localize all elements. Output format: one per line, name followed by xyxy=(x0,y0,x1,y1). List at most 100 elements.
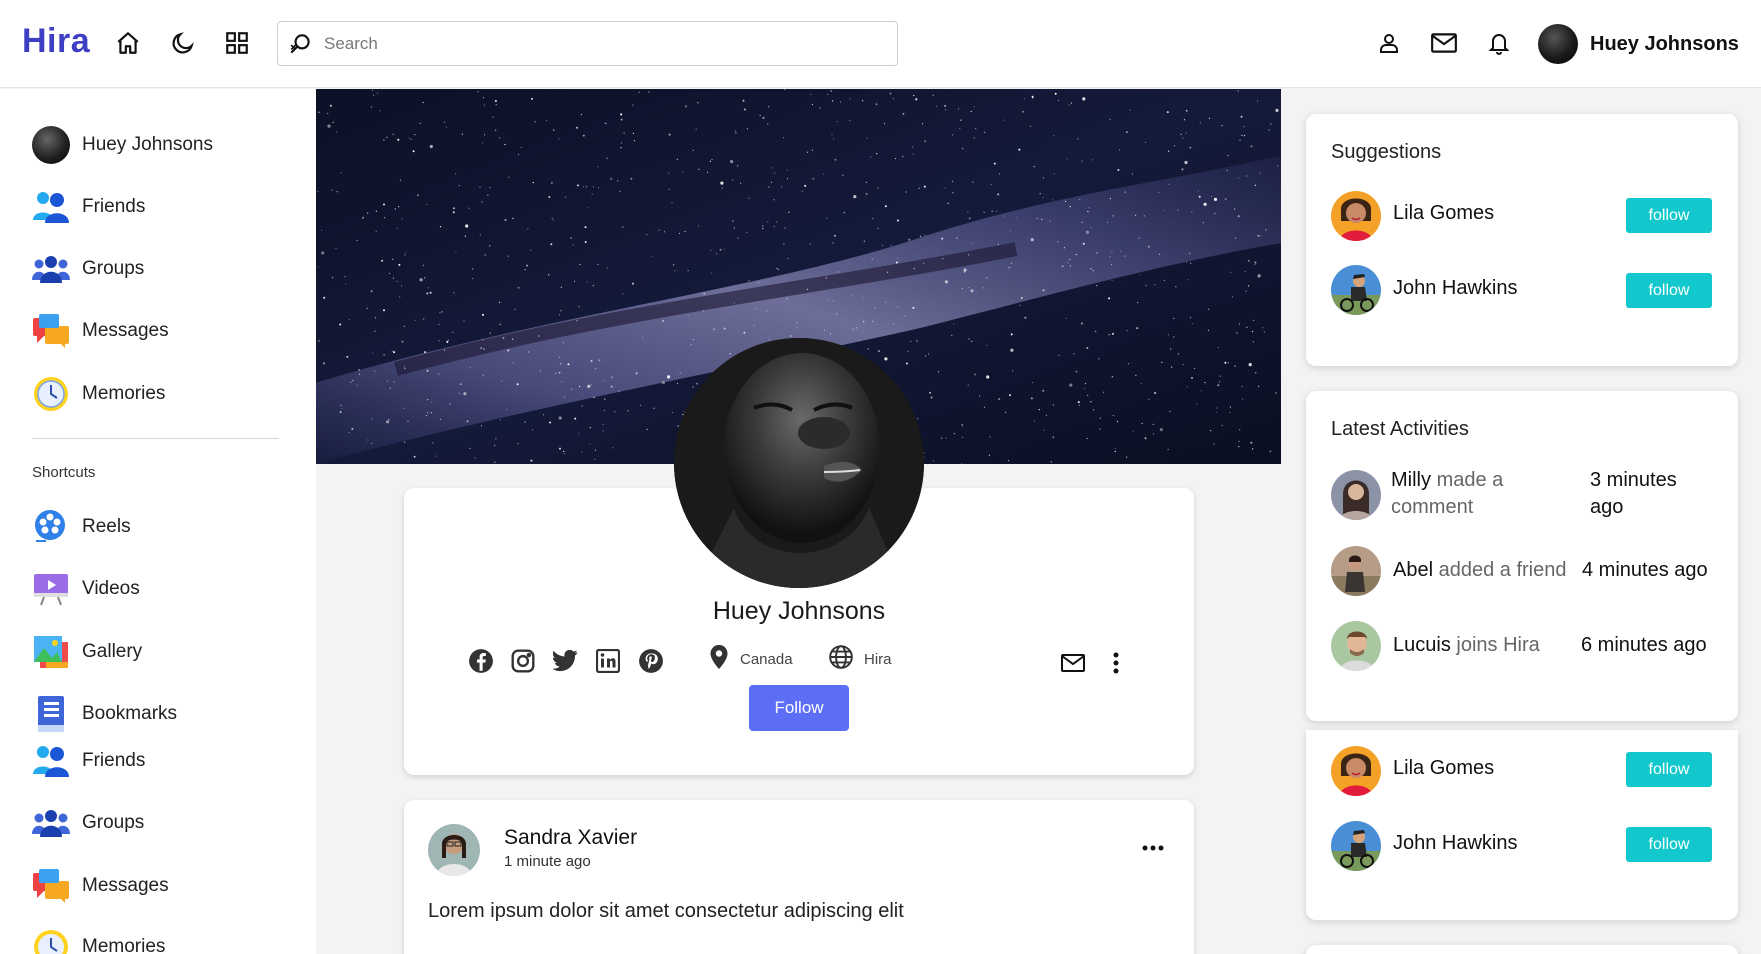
suggestion-follow-button[interactable]: follow xyxy=(1626,198,1712,233)
activity-item[interactable]: Lucuis joins Hira xyxy=(1393,632,1540,659)
sidebar-item-label: Messages xyxy=(82,320,169,341)
activity-time: 6 minutes ago xyxy=(1581,634,1707,656)
activities-title: Latest Activities xyxy=(1331,418,1469,440)
memories-clock-icon xyxy=(32,928,70,954)
suggestions-title: Suggestions xyxy=(1331,141,1442,163)
suggestion-avatar[interactable] xyxy=(1331,265,1381,315)
dark-mode-moon-icon[interactable] xyxy=(168,28,198,58)
post-card xyxy=(404,800,1194,954)
post-author-name[interactable]: Sandra Xavier xyxy=(504,826,637,850)
header-user-menu[interactable]: Huey Johnsons xyxy=(1538,24,1739,64)
shortcuts-heading: Shortcuts xyxy=(32,464,96,481)
suggestion-avatar[interactable] xyxy=(1331,191,1381,241)
sidebar-item-groups[interactable]: Groups xyxy=(32,249,144,289)
suggestion-avatar[interactable] xyxy=(1331,746,1381,796)
sidebar-item-videos[interactable]: Videos xyxy=(32,569,140,609)
sidebar-item-reels[interactable]: Reels xyxy=(32,507,131,547)
facebook-icon[interactable] xyxy=(466,646,496,676)
follow-button[interactable]: Follow xyxy=(749,685,849,731)
profile-location: Canada xyxy=(708,644,793,674)
more-options-vertical-icon[interactable] xyxy=(1101,648,1131,678)
sidebar-item-friends-2[interactable]: Friends xyxy=(32,741,145,781)
pinterest-icon[interactable] xyxy=(636,646,666,676)
website-label: Hira xyxy=(864,650,892,668)
gallery-icon xyxy=(32,633,70,671)
sidebar-item-label: Groups xyxy=(82,258,145,279)
profile-person-icon[interactable] xyxy=(1374,28,1404,58)
activity-user: Abel xyxy=(1393,559,1434,581)
header-avatar xyxy=(1538,24,1578,64)
post-author-avatar[interactable] xyxy=(428,824,480,876)
memories-clock-icon xyxy=(32,375,70,413)
sidebar-item-friends[interactable]: Friends xyxy=(32,187,145,227)
left-sidebar: Huey Johnsons Friends Groups Messages Me… xyxy=(0,89,316,954)
sidebar-item-label: Videos xyxy=(82,578,140,599)
groups-icon xyxy=(32,804,70,842)
sidebar-item-label: Groups xyxy=(82,812,145,833)
suggestion-follow-button[interactable]: follow xyxy=(1626,752,1712,787)
linkedin-icon[interactable] xyxy=(593,646,623,676)
globe-icon xyxy=(828,644,854,674)
suggestion-name[interactable]: John Hawkins xyxy=(1393,832,1518,855)
sidebar-item-label: Gallery xyxy=(82,641,143,662)
notifications-bell-icon[interactable] xyxy=(1484,28,1514,58)
activity-user: Milly xyxy=(1391,469,1431,491)
bookmarks-book-icon xyxy=(32,695,70,733)
search-bar xyxy=(277,21,898,66)
sidebar-item-messages[interactable]: Messages xyxy=(32,311,169,351)
sidebar-item-label: Memories xyxy=(82,383,166,404)
sidebar-item-label: Messages xyxy=(82,875,169,896)
twitter-icon[interactable] xyxy=(551,646,581,676)
suggestion-name[interactable]: Lila Gomes xyxy=(1393,202,1494,225)
activity-action: added a friend xyxy=(1438,559,1567,581)
activity-time: 3 minutes ago xyxy=(1590,469,1677,518)
sidebar-item-memories-2[interactable]: Memories xyxy=(32,927,165,954)
sidebar-item-messages-2[interactable]: Messages xyxy=(32,866,169,906)
suggestion-avatar[interactable] xyxy=(1331,821,1381,871)
reels-icon xyxy=(32,508,70,546)
apps-grid-icon[interactable] xyxy=(222,28,252,58)
sidebar-item-label: Reels xyxy=(82,516,131,537)
activity-time: 4 minutes ago xyxy=(1582,559,1708,581)
sidebar-item-label: Huey Johnsons xyxy=(82,134,213,155)
header-user-name: Huey Johnsons xyxy=(1590,32,1739,55)
app-logo[interactable]: Hira xyxy=(22,22,90,61)
activity-item[interactable]: Milly made a comment xyxy=(1391,467,1569,521)
sidebar-item-profile[interactable]: Huey Johnsons xyxy=(32,125,213,165)
instagram-icon[interactable] xyxy=(508,646,538,676)
messages-icon xyxy=(32,867,70,905)
activity-item[interactable]: Abel added a friend xyxy=(1393,557,1566,584)
sidebar-item-label: Memories xyxy=(82,936,166,954)
post-more-horizontal-icon[interactable] xyxy=(1138,838,1168,858)
activity-avatar[interactable] xyxy=(1331,546,1381,596)
sidebar-item-groups-2[interactable]: Groups xyxy=(32,803,144,843)
friends-icon xyxy=(32,742,70,780)
activity-user: Lucuis xyxy=(1393,634,1451,656)
profile-avatar-small xyxy=(32,126,70,164)
mail-icon[interactable] xyxy=(1429,28,1459,58)
groups-icon xyxy=(32,250,70,288)
profile-avatar[interactable] xyxy=(674,338,924,588)
activity-action: joins Hira xyxy=(1456,634,1540,656)
sidebar-item-gallery[interactable]: Gallery xyxy=(32,632,142,672)
next-card-edge xyxy=(1306,945,1738,954)
suggestion-name[interactable]: John Hawkins xyxy=(1393,277,1518,300)
suggestion-name[interactable]: Lila Gomes xyxy=(1393,757,1494,780)
sidebar-item-label: Bookmarks xyxy=(82,703,178,724)
sidebar-divider xyxy=(32,438,279,439)
profile-website[interactable]: Hira xyxy=(828,644,892,674)
suggestion-follow-button[interactable]: follow xyxy=(1626,827,1712,862)
message-mail-icon[interactable] xyxy=(1058,648,1088,678)
messages-icon xyxy=(32,312,70,350)
search-icon xyxy=(278,21,324,66)
activity-avatar[interactable] xyxy=(1331,470,1381,520)
friends-icon xyxy=(32,188,70,226)
profile-name: Huey Johnsons xyxy=(712,597,886,625)
sidebar-item-bookmarks[interactable]: Bookmarks xyxy=(32,694,177,734)
location-pin-icon xyxy=(708,644,730,674)
search-input[interactable] xyxy=(324,33,884,54)
home-icon[interactable] xyxy=(113,28,143,58)
sidebar-item-memories[interactable]: Memories xyxy=(32,374,165,414)
activity-avatar[interactable] xyxy=(1331,621,1381,671)
suggestion-follow-button[interactable]: follow xyxy=(1626,273,1712,308)
